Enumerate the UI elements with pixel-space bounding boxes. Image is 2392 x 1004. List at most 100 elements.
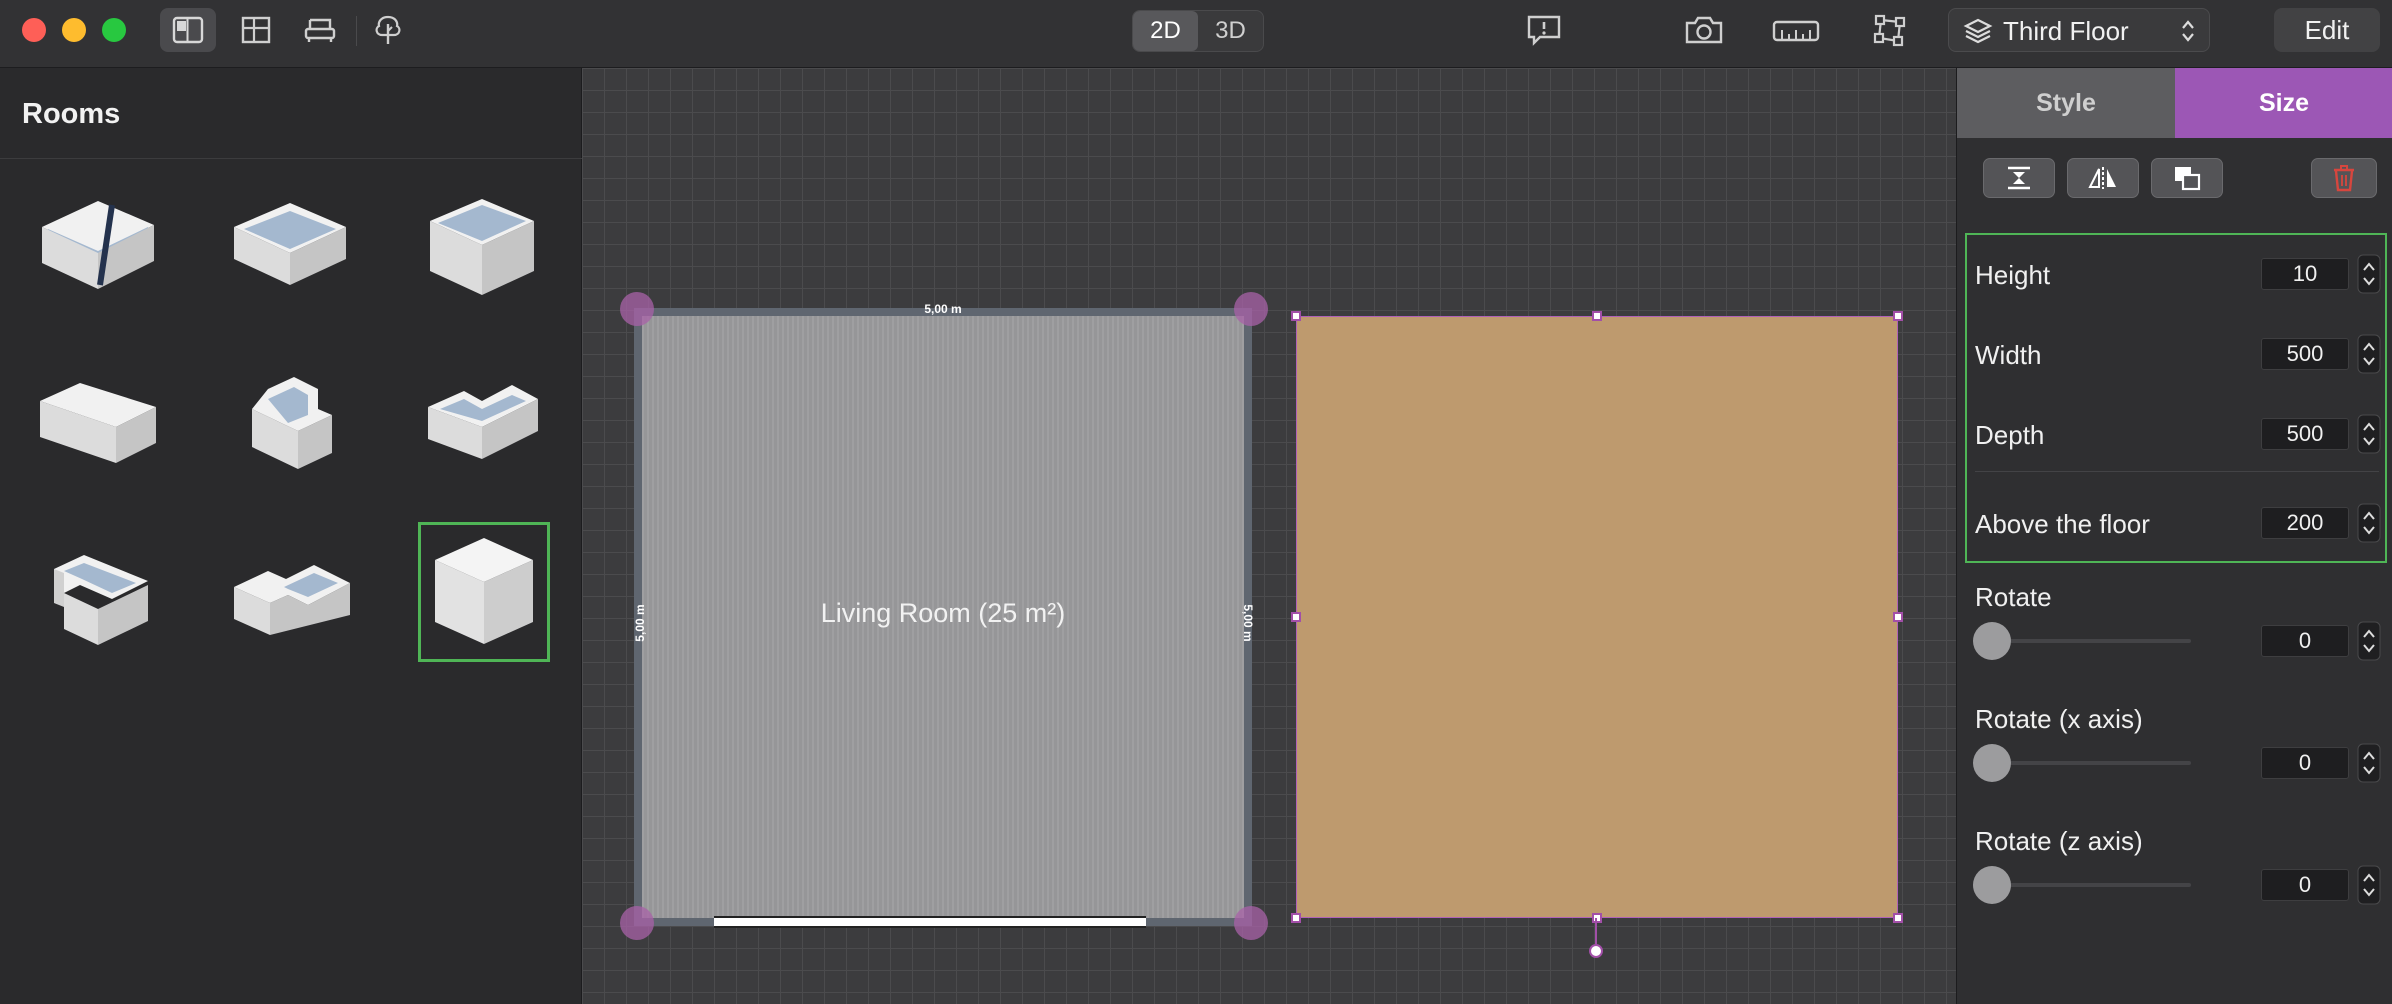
depth-field[interactable]: 500 bbox=[2261, 418, 2349, 450]
furniture-button[interactable] bbox=[292, 8, 348, 52]
minimize-window-button[interactable] bbox=[62, 18, 86, 42]
corner-handle-top-right[interactable] bbox=[1234, 292, 1268, 326]
align-center-icon bbox=[2008, 166, 2030, 190]
rotate-label: Rotate bbox=[1975, 582, 2052, 612]
resize-handle-s[interactable] bbox=[1592, 913, 1602, 923]
rotate-x-field[interactable]: 0 bbox=[2261, 747, 2349, 779]
room-square-icon bbox=[234, 203, 346, 285]
floor-selector[interactable]: Third Floor bbox=[1948, 8, 2210, 52]
floor-selector-value: Third Floor bbox=[2003, 16, 2129, 46]
room-l-shape-icon bbox=[252, 377, 332, 469]
transform-icon bbox=[1873, 14, 1906, 47]
corner-handle-bottom-left[interactable] bbox=[620, 906, 654, 940]
depth-stepper[interactable] bbox=[2357, 414, 2381, 454]
transform-button[interactable] bbox=[1862, 8, 1918, 52]
room-template-notch[interactable] bbox=[416, 354, 548, 494]
rotate-stepper[interactable] bbox=[2357, 621, 2381, 661]
resize-handle-ne[interactable] bbox=[1893, 311, 1903, 321]
ruler-icon bbox=[1772, 20, 1820, 42]
delete-button[interactable] bbox=[2311, 158, 2377, 198]
rotate-x-slider-knob[interactable] bbox=[1973, 744, 2011, 782]
view-mode-toggle: 2D 3D bbox=[1132, 10, 1264, 52]
resize-handle-n[interactable] bbox=[1592, 311, 1602, 321]
screenshot-button[interactable] bbox=[1676, 8, 1732, 52]
room-template-square[interactable] bbox=[224, 178, 356, 318]
duplicate-button[interactable] bbox=[2151, 158, 2223, 198]
above-floor-field[interactable]: 200 bbox=[2261, 507, 2349, 539]
height-stepper[interactable] bbox=[2357, 254, 2381, 294]
rotate-x-stepper[interactable] bbox=[2357, 743, 2381, 783]
feedback-icon bbox=[1527, 15, 1561, 46]
feedback-button[interactable] bbox=[1516, 8, 1572, 52]
flip-button[interactable] bbox=[2067, 158, 2139, 198]
room-stairs-icon bbox=[42, 201, 154, 289]
tree-icon bbox=[375, 15, 401, 44]
room-template-u-shape[interactable] bbox=[32, 528, 164, 668]
rotate-x-label: Rotate (x axis) bbox=[1975, 704, 2143, 734]
room-template-box[interactable] bbox=[418, 522, 550, 662]
sidebar-toggle-button[interactable] bbox=[160, 8, 216, 52]
rotate-field[interactable]: 0 bbox=[2261, 625, 2349, 657]
flip-horizontal-icon bbox=[2088, 167, 2116, 189]
rotate-z-label: Rotate (z axis) bbox=[1975, 826, 2143, 856]
room-template-t-shape[interactable] bbox=[224, 528, 356, 668]
rotate-z-field[interactable]: 0 bbox=[2261, 869, 2349, 901]
room-u-shape-icon bbox=[54, 555, 148, 645]
chevron-up-down-icon bbox=[2182, 20, 2194, 42]
close-window-button[interactable] bbox=[22, 18, 46, 42]
tab-style[interactable]: Style bbox=[1957, 68, 2175, 138]
resize-handle-e[interactable] bbox=[1893, 612, 1903, 622]
rotate-slider-knob[interactable] bbox=[1973, 622, 2011, 660]
room-template-l-shape[interactable] bbox=[224, 354, 356, 494]
inspector-tabs: Style Size bbox=[1957, 68, 2392, 138]
inspector-panel: Style Size Height 10 Width 500 Depth 500… bbox=[1956, 68, 2392, 1004]
room-template-square-deep[interactable] bbox=[416, 178, 548, 318]
width-field[interactable]: 500 bbox=[2261, 338, 2349, 370]
rotate-x-slider-track[interactable] bbox=[1981, 761, 2191, 765]
duplicate-icon bbox=[2175, 167, 2201, 191]
toolbar: 2D 3D Third Floor Edit bbox=[0, 0, 2392, 68]
rooms-panel: Rooms bbox=[0, 68, 582, 1004]
dimension-top: 5,00 m bbox=[924, 302, 962, 316]
view-3d-option[interactable]: 3D bbox=[1198, 11, 1263, 51]
zoom-window-button[interactable] bbox=[102, 18, 126, 42]
rotation-handle[interactable] bbox=[1589, 944, 1603, 958]
sidebar-icon bbox=[172, 16, 204, 44]
floorplan-icon bbox=[241, 16, 271, 44]
camera-icon bbox=[1685, 16, 1723, 44]
room-rect-icon bbox=[40, 383, 156, 463]
layers-icon bbox=[1963, 18, 1993, 44]
rotate-slider-track[interactable] bbox=[1981, 639, 2191, 643]
measure-button[interactable] bbox=[1768, 8, 1824, 52]
rotate-z-slider-track[interactable] bbox=[1981, 883, 2191, 887]
corner-handle-bottom-right[interactable] bbox=[1234, 906, 1268, 940]
corner-handle-top-left[interactable] bbox=[620, 292, 654, 326]
width-label: Width bbox=[1975, 340, 2042, 370]
toolbar-divider bbox=[356, 16, 357, 46]
height-label: Height bbox=[1975, 260, 2051, 290]
door[interactable] bbox=[714, 916, 1146, 928]
align-button[interactable] bbox=[1983, 158, 2055, 198]
above-floor-stepper[interactable] bbox=[2357, 503, 2381, 543]
selected-box[interactable] bbox=[1296, 316, 1898, 918]
view-2d-option[interactable]: 2D bbox=[1133, 11, 1198, 51]
rotate-z-slider-knob[interactable] bbox=[1973, 866, 2011, 904]
furniture-icon bbox=[304, 18, 336, 42]
rotation-stem bbox=[1595, 918, 1597, 946]
floorplan-button[interactable] bbox=[228, 8, 284, 52]
resize-handle-w[interactable] bbox=[1291, 612, 1301, 622]
box-icon bbox=[435, 538, 533, 644]
height-field[interactable]: 10 bbox=[2261, 258, 2349, 290]
room-template-rect[interactable] bbox=[32, 354, 164, 494]
resize-handle-nw[interactable] bbox=[1291, 311, 1301, 321]
rotate-z-stepper[interactable] bbox=[2357, 865, 2381, 905]
tab-size[interactable]: Size bbox=[2175, 68, 2392, 138]
resize-handle-se[interactable] bbox=[1893, 913, 1903, 923]
landscape-button[interactable] bbox=[360, 8, 416, 52]
room-notch-icon bbox=[428, 385, 538, 459]
floorplan-canvas[interactable]: 5,00 m 5,00 m 5,00 m Living Room (25 m²) bbox=[582, 68, 1956, 1004]
room-template-stairs[interactable] bbox=[32, 178, 164, 318]
resize-handle-sw[interactable] bbox=[1291, 913, 1301, 923]
edit-button[interactable]: Edit bbox=[2274, 8, 2380, 52]
width-stepper[interactable] bbox=[2357, 334, 2381, 374]
